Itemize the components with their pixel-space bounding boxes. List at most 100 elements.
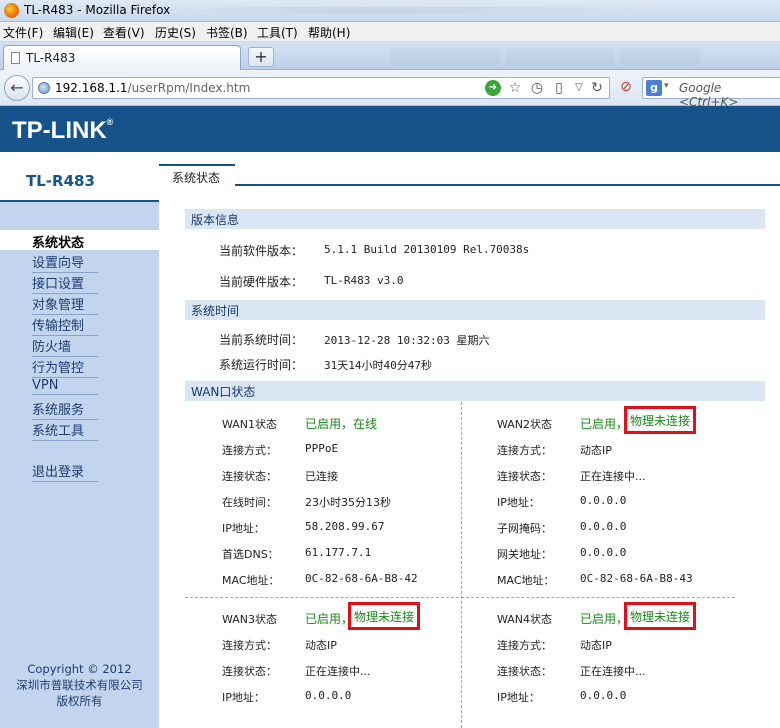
wan1-label: WAN1状态 <box>222 418 278 431</box>
model-name: TL-R483 <box>26 172 95 190</box>
wan3-ip: 0.0.0.0 <box>305 689 352 702</box>
wan2-physical-disconnected-badge: 物理未连接 <box>624 406 697 434</box>
hardware-version-value: TL-R483 v3.0 <box>324 274 404 287</box>
nav-logout[interactable]: 退出登录 <box>32 461 98 482</box>
bookmark-star-icon[interactable]: ☆ <box>507 80 523 96</box>
tab-label: 系统状态 <box>172 171 221 185</box>
wan2-mode: 动态IP <box>580 444 612 457</box>
document-icon <box>11 52 20 64</box>
wan3-physical-disconnected-badge: 物理未连接 <box>348 602 421 630</box>
nav-system-services[interactable]: 系统服务 <box>32 399 98 420</box>
site-identity-icon[interactable] <box>38 82 50 94</box>
wan1-mac-label: MAC地址： <box>222 574 280 587</box>
wan-divider-vertical <box>461 402 462 728</box>
background-tab[interactable] <box>390 47 500 65</box>
tab-active[interactable]: TL-R483 <box>3 45 241 70</box>
clock-icon[interactable]: ◷ <box>529 80 545 96</box>
wan3-mode: 动态IP <box>305 639 337 652</box>
menu-tools[interactable]: 工具(T) <box>257 24 298 41</box>
wan1-conn: 已连接 <box>305 470 338 483</box>
wan2-mac: 0C-82-68-6A-B8-43 <box>580 572 693 585</box>
wan2-mask-label: 子网掩码： <box>497 522 552 535</box>
back-button[interactable]: ← <box>4 75 30 101</box>
wan3-conn-label: 连接状态： <box>222 665 277 678</box>
menu-view[interactable]: 查看(V) <box>103 24 145 41</box>
wan2-ip: 0.0.0.0 <box>580 494 627 507</box>
tab-strip: TL-R483 + <box>0 42 780 70</box>
menu-history[interactable]: 历史(S) <box>155 24 196 41</box>
url-text: 192.168.1.1/userRpm/Index.htm <box>55 81 250 95</box>
section-time: 系统时间 <box>185 300 765 320</box>
section-title: 系统时间 <box>191 304 240 318</box>
google-search-engine-icon[interactable]: g <box>646 80 662 96</box>
menu-file[interactable]: 文件(F) <box>3 24 43 41</box>
reload-icon[interactable]: ↻ <box>589 80 605 96</box>
blurred-title-region <box>176 7 646 14</box>
wan1-mac: 0C-82-68-6A-B8-42 <box>305 572 418 585</box>
nav-behavior-control[interactable]: 行为管控 <box>32 357 98 378</box>
section-wan: WAN口状态 <box>185 381 765 401</box>
wan-divider-horizontal <box>185 597 735 598</box>
wan2-ip-label: IP地址： <box>497 496 540 509</box>
wan4-status-enabled: 已启用， <box>580 612 629 626</box>
url-host: 192.168.1.1 <box>55 81 128 95</box>
hardware-version-label: 当前硬件版本： <box>219 275 304 289</box>
search-placeholder: Google <Ctrl+K> <box>679 81 739 109</box>
menu-help[interactable]: 帮助(H) <box>308 24 350 41</box>
copyright-rights: 版权所有 <box>56 694 103 708</box>
logo-text: TP-LINK <box>12 117 107 144</box>
menu-bar: 文件(F) 编辑(E) 查看(V) 历史(S) 书签(B) 工具(T) 帮助(H… <box>0 22 780 42</box>
wan1-online: 23小时35分13秒 <box>305 496 391 509</box>
section-title: WAN口状态 <box>191 385 256 399</box>
background-tab[interactable] <box>505 47 615 65</box>
wan2-conn-label: 连接状态： <box>497 470 552 483</box>
section-version: 版本信息 <box>185 209 765 229</box>
search-engine-dropdown-icon[interactable]: ▾ <box>664 81 669 91</box>
uptime-label: 系统运行时间： <box>219 358 304 372</box>
tab-system-status[interactable]: 系统状态 <box>159 164 235 186</box>
tab-title: TL-R483 <box>26 51 76 65</box>
menu-edit[interactable]: 编辑(E) <box>53 24 94 41</box>
mobile-icon[interactable]: ▯ <box>551 80 567 96</box>
wan4-ip-label: IP地址： <box>497 691 540 704</box>
adblock-icon[interactable]: ⊘ <box>618 79 634 95</box>
wan4-conn: 正在连接中... <box>580 665 646 678</box>
wan4-label: WAN4状态 <box>497 613 553 626</box>
tab-underline <box>235 184 780 186</box>
logo-registered-mark: ® <box>106 117 114 127</box>
search-box[interactable]: g ▾ Google <Ctrl+K> <box>642 77 780 109</box>
uptime-value: 31天14小时40分47秒 <box>324 359 432 372</box>
menu-bookmarks[interactable]: 书签(B) <box>206 24 248 41</box>
wan3-conn: 正在连接中... <box>305 665 371 678</box>
wan4-ip: 0.0.0.0 <box>580 689 627 702</box>
wan1-mode-label: 连接方式： <box>222 444 277 457</box>
nav-setup-wizard[interactable]: 设置向导 <box>32 252 98 273</box>
wan2-mode-label: 连接方式： <box>497 444 552 457</box>
software-version-label: 当前软件版本： <box>219 244 304 258</box>
model-box: TL-R483 <box>0 152 159 202</box>
software-version-value: 5.1.1 Build 20130109 Rel.70038s <box>324 243 530 256</box>
wan1-ip: 58.208.99.67 <box>305 520 385 533</box>
nav-firewall[interactable]: 防火墙 <box>32 336 98 357</box>
nav-object-management[interactable]: 对象管理 <box>32 294 98 315</box>
new-tab-button[interactable]: + <box>248 47 274 67</box>
wan1-online-label: 在线时间： <box>222 496 277 509</box>
wan3-ip-label: IP地址： <box>222 691 265 704</box>
go-icon[interactable]: ➜ <box>485 80 501 96</box>
window-titlebar: TL-R483 - Mozilla Firefox <box>0 0 780 22</box>
nav-system-tools[interactable]: 系统工具 <box>32 420 98 441</box>
tp-link-logo: TP-LINK® <box>12 117 113 145</box>
main-content: 系统状态 版本信息 当前软件版本： 5.1.1 Build 20130109 R… <box>159 152 780 728</box>
sidebar: TL-R483 系统状态 设置向导 接口设置 对象管理 传输控制 防火墙 行为管… <box>0 152 159 728</box>
copyright-company: 深圳市普联技术有限公司 <box>16 678 143 692</box>
url-bar[interactable]: 192.168.1.1/userRpm/Index.htm ➜ ☆ ◷ ▯ ▽ … <box>32 77 610 99</box>
dropdown-arrow-icon[interactable]: ▽ <box>571 80 587 96</box>
nav-transmission-control[interactable]: 传输控制 <box>32 315 98 336</box>
wan3-mode-label: 连接方式： <box>222 639 277 652</box>
background-tab[interactable] <box>620 47 700 65</box>
nav-system-status[interactable]: 系统状态 <box>32 232 98 252</box>
wan2-label: WAN2状态 <box>497 418 553 431</box>
nav-vpn[interactable]: VPN <box>32 378 98 395</box>
nav-interface-settings[interactable]: 接口设置 <box>32 273 98 294</box>
wan1-conn-label: 连接状态： <box>222 470 277 483</box>
